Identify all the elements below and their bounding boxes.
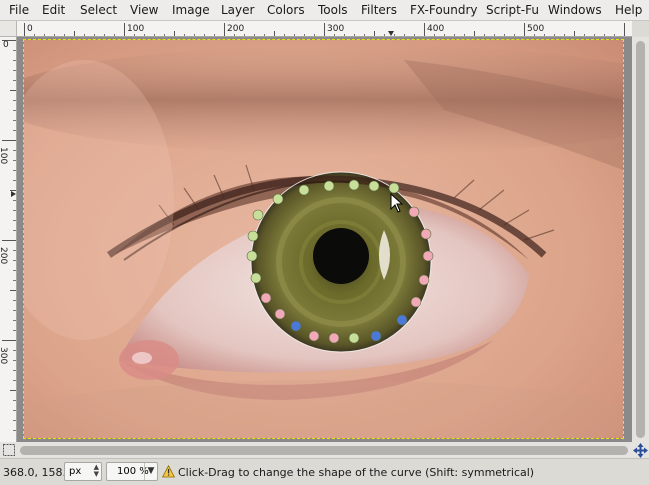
curve-handle[interactable]	[410, 296, 422, 308]
hruler-pointer-marker	[388, 31, 394, 36]
vruler-label-100: 100	[0, 147, 8, 164]
menu-colors[interactable]: Colors	[267, 3, 305, 17]
curve-handle[interactable]	[246, 250, 258, 262]
curve-handle[interactable]	[348, 179, 360, 191]
ruler-corner[interactable]	[0, 21, 17, 37]
arrow-cursor-icon	[390, 193, 404, 213]
curve-handle[interactable]	[272, 193, 284, 205]
statusbar: 368.0, 158.0 px ▲ ▼ 100 % ▼ Click-Drag to…	[0, 458, 649, 485]
curve-handle[interactable]	[290, 320, 302, 332]
curve-handle[interactable]	[247, 230, 259, 242]
curve-handle[interactable]	[260, 292, 272, 304]
curve-handle[interactable]	[408, 206, 420, 218]
horizontal-ruler-ticks: 0 100 200 300 400 500	[24, 23, 625, 36]
menu-image[interactable]: Image	[172, 3, 210, 17]
eye-photo[interactable]	[23, 39, 624, 439]
vertical-scrollbar[interactable]	[632, 37, 649, 442]
chevron-down-icon[interactable]: ▼	[144, 463, 157, 480]
warning-icon	[162, 465, 175, 478]
status-message: Click-Drag to change the shape of the cu…	[178, 466, 535, 479]
horizontal-scrollbar-thumb[interactable]	[20, 446, 628, 455]
curve-handle[interactable]	[368, 180, 380, 192]
vertical-ruler-ticks: 0 100 200 300	[0, 40, 16, 431]
curve-handle[interactable]	[348, 332, 360, 344]
menu-tools[interactable]: Tools	[318, 3, 348, 17]
curve-handle[interactable]	[420, 228, 432, 240]
navigate-icon[interactable]	[633, 443, 648, 458]
vruler-pointer-marker	[11, 191, 16, 197]
menu-view[interactable]: View	[130, 3, 158, 17]
curve-handle[interactable]	[308, 330, 320, 342]
menu-select[interactable]: Select	[80, 3, 117, 17]
unit-selector[interactable]: px ▲ ▼	[64, 462, 102, 481]
horizontal-scrollbar[interactable]	[0, 442, 649, 458]
curve-handle[interactable]	[323, 180, 335, 192]
unit-spin-arrows-icon[interactable]: ▲ ▼	[94, 464, 99, 478]
curve-handle[interactable]	[418, 274, 430, 286]
curve-handle[interactable]	[252, 209, 264, 221]
vruler-label-200: 200	[0, 247, 8, 264]
vertical-ruler[interactable]: 0 100 200 300	[0, 37, 17, 442]
vertical-scrollbar-thumb[interactable]	[636, 41, 645, 438]
menu-fx-foundry[interactable]: FX-Foundry	[410, 3, 478, 17]
curve-selection-overlay[interactable]	[24, 40, 623, 438]
hruler-label-500: 500	[527, 24, 544, 34]
menu-windows[interactable]: Windows	[548, 3, 602, 17]
curve-handle[interactable]	[250, 272, 262, 284]
menu-help[interactable]: Help	[615, 3, 642, 17]
menu-filters[interactable]: Filters	[361, 3, 397, 17]
curve-handle[interactable]	[388, 182, 400, 194]
curve-handle[interactable]	[328, 332, 340, 344]
hruler-label-100: 100	[127, 24, 144, 34]
pointer-coordinates: 368.0, 158.0	[3, 466, 73, 479]
menu-file[interactable]: File	[9, 3, 29, 17]
unit-value: px	[69, 466, 82, 477]
hruler-label-400: 400	[427, 24, 444, 34]
curve-handle[interactable]	[370, 330, 382, 342]
menubar: File Edit Select View Image Layer Colors…	[0, 0, 649, 21]
curve-handle[interactable]	[274, 308, 286, 320]
menu-layer[interactable]: Layer	[221, 3, 254, 17]
hruler-label-200: 200	[227, 24, 244, 34]
quick-mask-toggle-icon[interactable]	[3, 444, 15, 456]
menu-edit[interactable]: Edit	[42, 3, 65, 17]
curve-handle[interactable]	[298, 184, 310, 196]
horizontal-ruler[interactable]: 0 100 200 300 400 500	[17, 21, 632, 37]
zoom-selector[interactable]: 100 % ▼	[106, 462, 158, 481]
hruler-label-0: 0	[27, 24, 33, 34]
vruler-label-0: 0	[3, 40, 9, 50]
curve-handle[interactable]	[396, 314, 408, 326]
menu-script-fu[interactable]: Script-Fu	[486, 3, 539, 17]
hruler-label-300: 300	[327, 24, 344, 34]
curve-handle[interactable]	[422, 250, 434, 262]
vruler-label-300: 300	[0, 347, 8, 364]
image-canvas[interactable]	[17, 37, 632, 442]
